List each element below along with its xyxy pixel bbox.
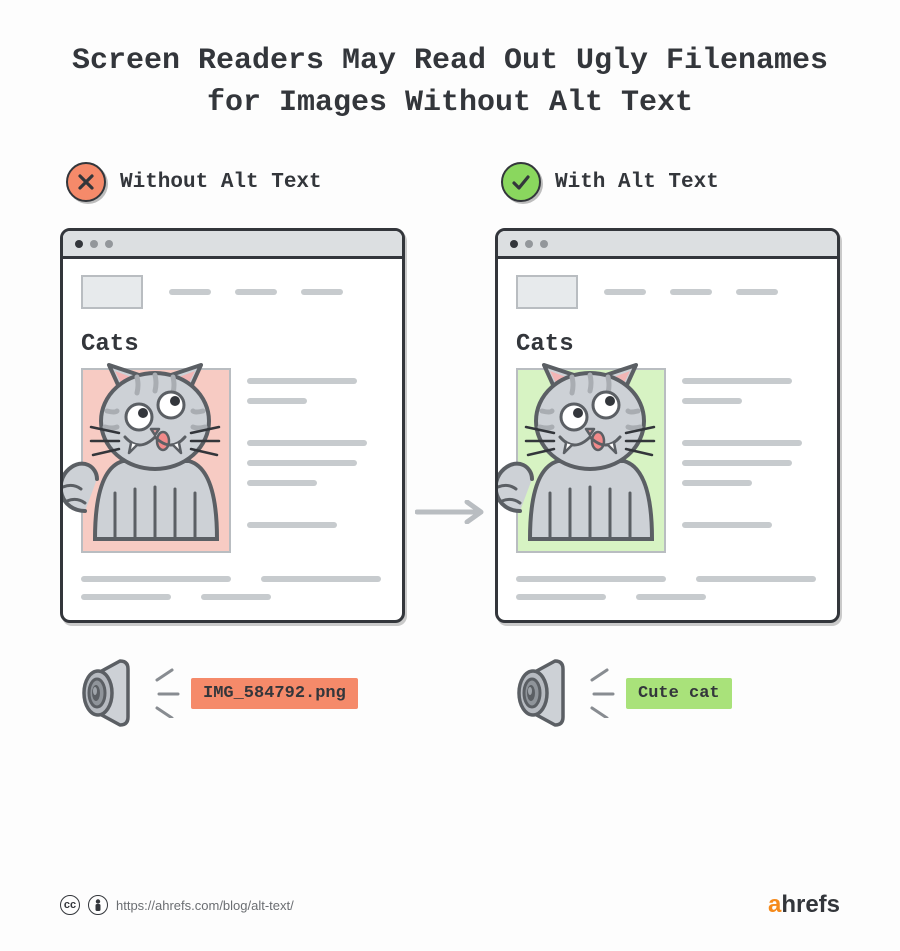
text-placeholder bbox=[682, 368, 819, 528]
logo-placeholder bbox=[81, 275, 143, 309]
speaker-icon bbox=[70, 657, 145, 729]
main-title: Screen Readers May Read Out Ugly Filenam… bbox=[60, 40, 840, 124]
speaker-icon bbox=[505, 657, 580, 729]
column-without-alt: Without Alt Text Cats bbox=[60, 162, 405, 729]
cat-illustration bbox=[495, 361, 682, 551]
image-without-alt bbox=[81, 368, 231, 553]
with-alt-label: With Alt Text bbox=[555, 171, 719, 194]
cross-icon bbox=[66, 162, 106, 202]
source-url: https://ahrefs.com/blog/alt-text/ bbox=[116, 898, 294, 913]
license-block: cc https://ahrefs.com/blog/alt-text/ bbox=[60, 895, 294, 915]
ahrefs-logo: ahrefs bbox=[768, 891, 840, 919]
browser-window-left: Cats bbox=[60, 228, 405, 623]
nav-placeholder bbox=[604, 289, 778, 295]
logo-placeholder bbox=[516, 275, 578, 309]
page-heading-right: Cats bbox=[516, 331, 819, 358]
arrow-icon bbox=[415, 500, 485, 524]
text-placeholder-bottom bbox=[81, 576, 384, 600]
window-titlebar bbox=[498, 231, 837, 259]
sound-lines-icon bbox=[153, 668, 183, 718]
window-titlebar bbox=[63, 231, 402, 259]
without-alt-label: Without Alt Text bbox=[120, 171, 322, 194]
screen-reader-output-filename: IMG_584792.png bbox=[191, 678, 358, 709]
text-placeholder bbox=[247, 368, 384, 528]
image-with-alt bbox=[516, 368, 666, 553]
screen-reader-output-alt: Cute cat bbox=[626, 678, 732, 709]
cc-icon: cc bbox=[60, 895, 80, 915]
text-placeholder-bottom bbox=[516, 576, 819, 600]
browser-window-right: Cats bbox=[495, 228, 840, 623]
column-with-alt: With Alt Text Cats bbox=[495, 162, 840, 729]
attribution-icon bbox=[88, 895, 108, 915]
nav-placeholder bbox=[169, 289, 343, 295]
check-icon bbox=[501, 162, 541, 202]
cat-illustration bbox=[60, 361, 247, 551]
page-heading-left: Cats bbox=[81, 331, 384, 358]
sound-lines-icon bbox=[588, 668, 618, 718]
